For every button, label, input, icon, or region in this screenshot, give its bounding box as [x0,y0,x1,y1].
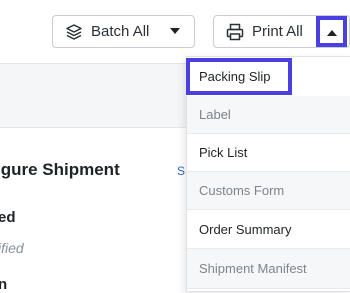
menu-item-label: Order Summary [199,221,292,237]
print-options-menu: Packing Slip Label Pick List Customs For… [186,56,350,292]
menu-item-label: Shipment Manifest [199,261,307,276]
menu-item-pick-list[interactable]: Pick List [187,134,350,172]
menu-item-label-print[interactable]: Label [187,96,350,134]
printer-icon [226,23,244,41]
menu-item-customs-form[interactable]: Customs Form [187,172,350,210]
layers-icon [65,23,83,41]
batch-all-label: Batch All [91,23,150,40]
menu-item-shipment-manifest[interactable]: Shipment Manifest [187,249,350,289]
field-value: ified [0,240,24,256]
field-label: ed [0,209,16,226]
menu-item-packing-slip[interactable]: Packing Slip [186,58,292,95]
menu-item-label: Pick List [199,145,248,160]
section-heading: igure Shipment [0,160,120,179]
caret-up-icon [326,23,337,41]
menu-item-label: Packing Slip [199,69,271,84]
menu-item-order-summary[interactable]: Order Summary [187,210,350,249]
menu-item-label: Label [199,107,231,122]
batch-all-button[interactable]: Batch All [52,15,195,48]
print-all-label: Print All [252,23,303,40]
caret-down-icon[interactable] [170,28,180,35]
print-all-dropdown-toggle[interactable] [316,16,347,47]
field-label-2: n [0,276,8,293]
menu-item-label: Customs Form [199,183,285,198]
